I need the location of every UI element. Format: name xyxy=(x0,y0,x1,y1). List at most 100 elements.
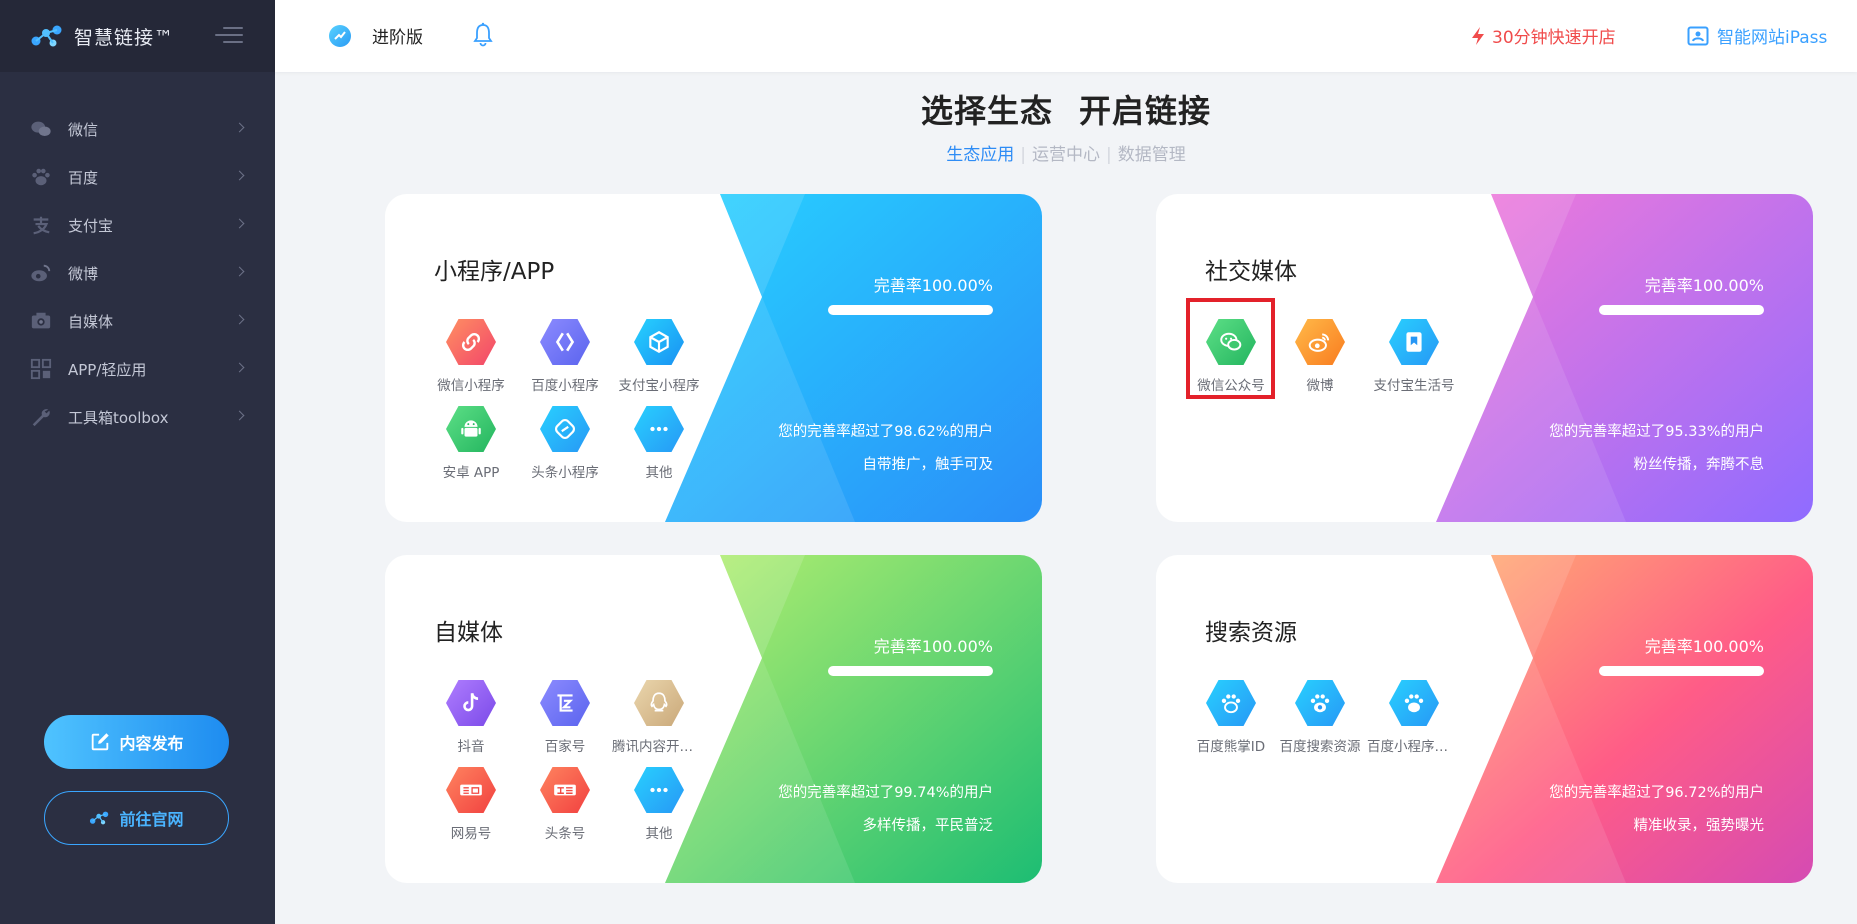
app-name: 抖音 xyxy=(457,739,485,755)
more-icon xyxy=(634,406,684,452)
fast-open-link[interactable]: 30分钟快速开店 xyxy=(1470,23,1616,48)
app-name: 百度熊掌ID xyxy=(1196,739,1266,755)
official-site-button[interactable]: 前往官网 xyxy=(44,791,229,845)
chevron-right-icon xyxy=(234,170,245,181)
app-name: 其他 xyxy=(645,465,673,481)
app-toutiao-mini-program[interactable]: 头条小程序 xyxy=(518,404,612,481)
sidebar-item-weibo[interactable]: 微博 xyxy=(0,249,275,297)
paw-icon xyxy=(30,166,52,188)
card-title: 搜索资源 xyxy=(1205,620,1297,646)
sidebar-item-app[interactable]: APP/轻应用 xyxy=(0,345,275,393)
sidebar-item-selfmedia[interactable]: 自媒体 xyxy=(0,297,275,345)
page-title: 选择生态 开启链接 xyxy=(275,86,1857,132)
completion-rate: 完善率100.00% xyxy=(1644,276,1764,295)
progress-bar xyxy=(1599,305,1764,315)
sidebar-item-toolbox[interactable]: 工具箱toolbox xyxy=(0,393,275,441)
app-tencent-content[interactable]: 腾讯内容开放平台 xyxy=(612,678,706,755)
brand-logo-icon xyxy=(90,811,109,825)
beat-percentage: 您的完善率超过了95.33%的用户 xyxy=(1549,424,1764,440)
app-baidu-xiongzhang[interactable]: 百度熊掌ID xyxy=(1184,678,1278,755)
paw-icon xyxy=(1295,680,1345,726)
tab-data-management[interactable]: 数据管理 xyxy=(1112,145,1192,165)
smart-site-link[interactable]: 智能网站iPass xyxy=(1687,23,1827,48)
card-title: 社交媒体 xyxy=(1205,259,1297,285)
tab-ecosystem-apps[interactable]: 生态应用 xyxy=(940,145,1020,165)
app-name: 网易号 xyxy=(450,826,492,842)
app-wechat-official-account[interactable]: 微信公众号 xyxy=(1184,317,1278,394)
menu-toggle-icon[interactable] xyxy=(215,27,243,45)
progress-bar xyxy=(828,666,993,676)
app-baijiahao[interactable]: 百家号 xyxy=(518,678,612,755)
weibo-icon xyxy=(1295,319,1345,365)
card-search-resources: 搜索资源 完善率100.00% 您的完善率超过了96.72%的用户 精准收录，强… xyxy=(1156,555,1813,883)
smart-site-label: 智能网站iPass xyxy=(1717,28,1828,48)
app-alipay-life[interactable]: 支付宝生活号 xyxy=(1367,317,1461,394)
chevron-right-icon xyxy=(234,122,245,133)
card-mini-program-app: 小程序/APP 完善率100.00% 您的完善率超过了98.62%的用户 自带推… xyxy=(385,194,1042,522)
topbar: 进阶版 30分钟快速开店 智能网站iPass xyxy=(275,0,1857,72)
app-name: 微信小程序 xyxy=(437,378,505,394)
app-name: 其他 xyxy=(645,826,673,842)
alipay-icon xyxy=(30,214,52,236)
app-name: 头条号 xyxy=(544,826,586,842)
chevron-right-icon xyxy=(234,218,245,229)
bookmark-icon xyxy=(1389,319,1439,365)
chevrons-icon xyxy=(540,319,590,365)
app-weibo[interactable]: 微博 xyxy=(1273,317,1367,394)
app-other[interactable]: 其他 xyxy=(612,404,706,481)
version-label[interactable]: 进阶版 xyxy=(372,23,423,48)
weibo-icon xyxy=(30,262,52,284)
sidebar-item-label: 支付宝 xyxy=(68,216,114,235)
sidebar-item-label: APP/轻应用 xyxy=(68,360,147,379)
app-baidu-mini-program[interactable]: 百度小程序 xyxy=(518,317,612,394)
baijia-icon xyxy=(540,680,590,726)
app-name: 百度小程序 xyxy=(531,378,599,394)
beat-percentage: 您的完善率超过了99.74%的用户 xyxy=(778,785,993,801)
chevron-right-icon xyxy=(234,362,245,373)
app-netease[interactable]: 网易号 xyxy=(424,765,518,842)
brand-logo-icon xyxy=(31,25,62,47)
sidebar-item-label: 微博 xyxy=(68,264,99,283)
sidebar-item-label: 微信 xyxy=(68,120,99,139)
app-name: 百度小程序搜索 xyxy=(1367,739,1461,755)
sidebar-item-alipay[interactable]: 支付宝 xyxy=(0,201,275,249)
card-slogan: 多样传播，平民普泛 xyxy=(862,818,994,834)
sidebar-menu: 微信 百度 支付宝 微博 自媒体 APP/轻应用 工具箱toolbox xyxy=(0,105,275,441)
card-title: 自媒体 xyxy=(434,620,503,646)
app-wechat-mini-program[interactable]: 微信小程序 xyxy=(424,317,518,394)
app-name: 微博 xyxy=(1306,378,1334,394)
paw-icon xyxy=(1389,680,1439,726)
app-baidu-search-resource[interactable]: 百度搜索资源 xyxy=(1273,678,1367,755)
app-baidu-mini-search[interactable]: 百度小程序搜索 xyxy=(1367,678,1461,755)
tab-operation-center[interactable]: 运营中心 xyxy=(1026,145,1106,165)
app-alipay-mini-program[interactable]: 支付宝小程序 xyxy=(612,317,706,394)
card-self-media: 自媒体 完善率100.00% 您的完善率超过了99.74%的用户 多样传播，平民… xyxy=(385,555,1042,883)
page-title-right: 开启链接 xyxy=(1079,92,1212,130)
page-title-left: 选择生态 xyxy=(920,92,1053,130)
sidebar-item-wechat[interactable]: 微信 xyxy=(0,105,275,153)
card-slogan: 自带推广，触手可及 xyxy=(862,457,994,473)
beat-percentage: 您的完善率超过了98.62%的用户 xyxy=(778,424,993,440)
app-douyin[interactable]: 抖音 xyxy=(424,678,518,755)
sidebar-item-label: 自媒体 xyxy=(68,312,114,331)
tiktok-icon xyxy=(446,680,496,726)
bell-icon[interactable] xyxy=(471,22,495,48)
lightning-icon xyxy=(1472,26,1484,45)
app-toutiaohao[interactable]: 头条号 xyxy=(518,765,612,842)
paw-icon xyxy=(1206,680,1256,726)
sidebar-item-baidu[interactable]: 百度 xyxy=(0,153,275,201)
card-slogan: 粉丝传播，奔腾不息 xyxy=(1633,457,1765,473)
app-android[interactable]: 安卓 APP xyxy=(424,404,518,481)
official-label: 前往官网 xyxy=(119,810,184,829)
app-name: 腾讯内容开放平台 xyxy=(612,739,706,755)
wechat-icon xyxy=(1206,319,1256,365)
publish-content-button[interactable]: 内容发布 xyxy=(44,715,229,769)
card-slogan: 精准收录，强势曝光 xyxy=(1633,818,1765,834)
netease-icon xyxy=(446,767,496,813)
toutiao-icon xyxy=(540,767,590,813)
app-name: 头条小程序 xyxy=(531,465,599,481)
cube-icon xyxy=(634,319,684,365)
sidebar-header: 智慧链接™ xyxy=(0,0,275,72)
app-name: 安卓 APP xyxy=(442,465,500,481)
app-other[interactable]: 其他 xyxy=(612,765,706,842)
